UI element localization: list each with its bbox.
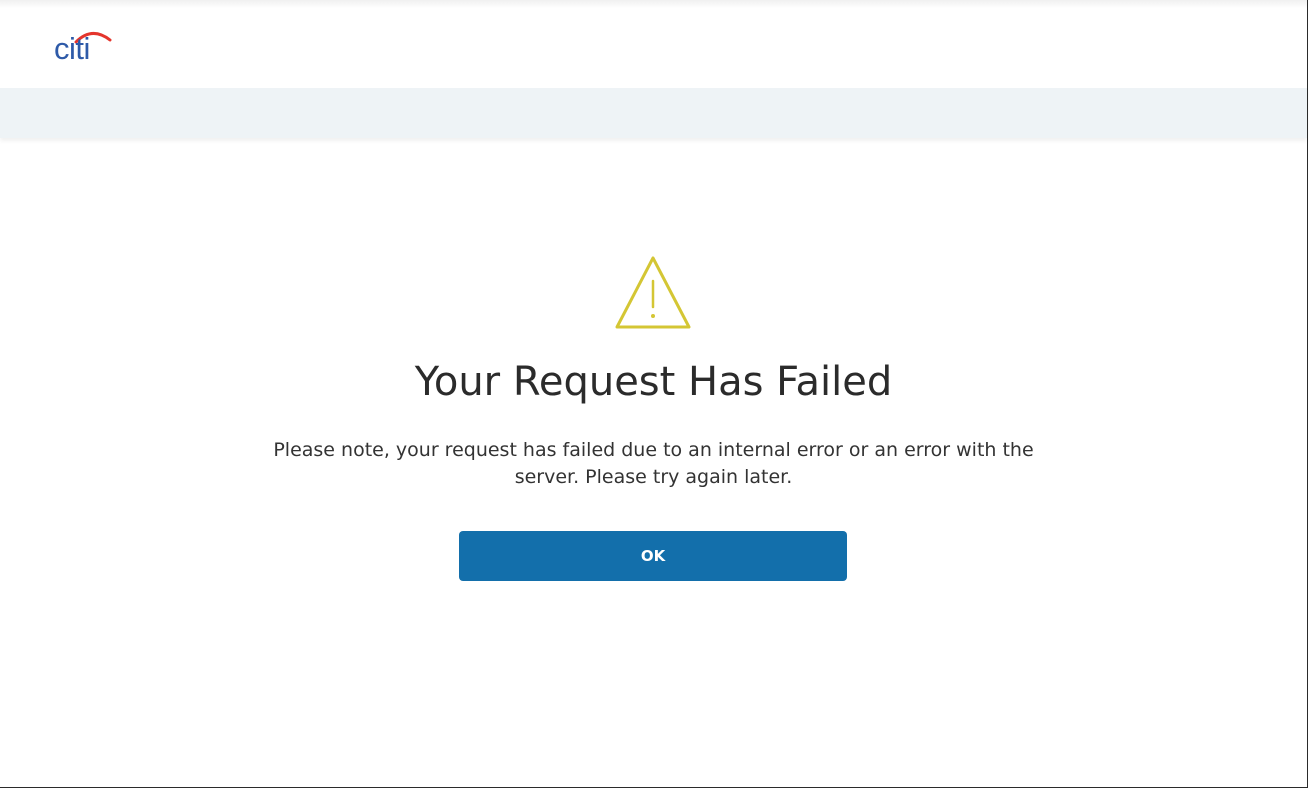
error-message: Please note, your request has failed due… <box>273 439 1034 488</box>
site-header: citi <box>0 0 1307 88</box>
navigation-bar <box>0 88 1307 138</box>
citi-logo[interactable]: citi <box>54 28 114 68</box>
ok-button[interactable]: OK <box>459 531 847 581</box>
error-panel: Your Request Has Failed Please note, you… <box>0 138 1307 787</box>
error-title: Your Request Has Failed <box>414 359 893 405</box>
logo-text: citi <box>54 31 90 66</box>
header-shadow <box>0 0 1307 8</box>
warning-icon <box>615 256 691 329</box>
page: citi Your Request Has Failed Please note… <box>0 0 1308 788</box>
